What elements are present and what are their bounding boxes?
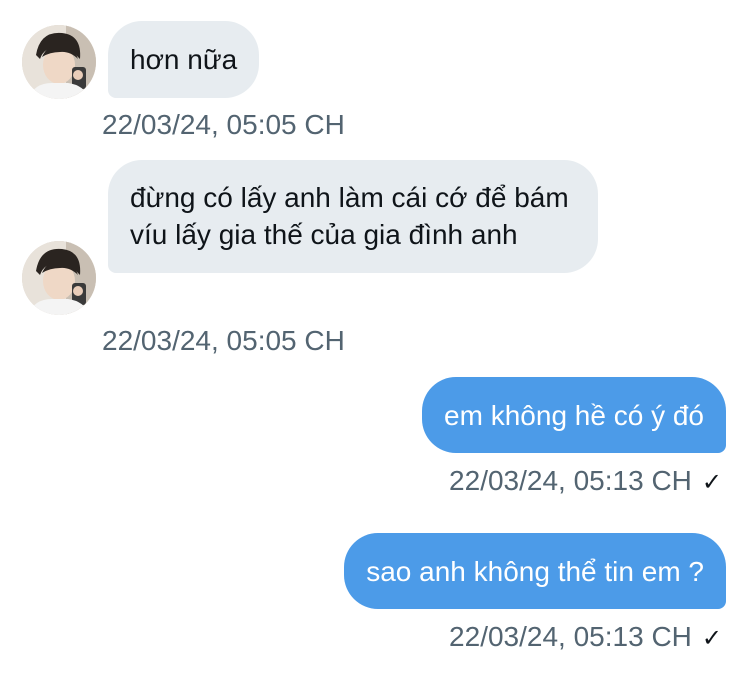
message-bubble-outgoing[interactable]: em không hề có ý đó (422, 377, 726, 453)
message-bubble-incoming[interactable]: hơn nữa (108, 21, 260, 98)
message-timestamp: 22/03/24, 05:13 CH ✓ (449, 464, 722, 500)
checkmark-icon: ✓ (701, 469, 722, 496)
message-timestamp: 22/03/24, 05:13 CH ✓ (449, 620, 722, 656)
avatar[interactable] (22, 25, 96, 99)
timestamp-text: 22/03/24, 05:13 CH (449, 465, 692, 496)
avatar-photo (22, 25, 96, 99)
avatar-photo (22, 241, 96, 315)
checkmark-icon: ✓ (701, 625, 722, 652)
message-timestamp: 22/03/24, 05:05 CH (102, 109, 345, 140)
message-bubble-incoming[interactable]: đừng có lấy anh làm cái cớ để bám víu lấ… (108, 160, 598, 273)
avatar[interactable] (22, 241, 96, 315)
message-timestamp: 22/03/24, 05:05 CH (102, 325, 345, 356)
message-bubble-outgoing[interactable]: sao anh không thể tin em ? (344, 533, 726, 609)
timestamp-text: 22/03/24, 05:13 CH (449, 621, 692, 652)
